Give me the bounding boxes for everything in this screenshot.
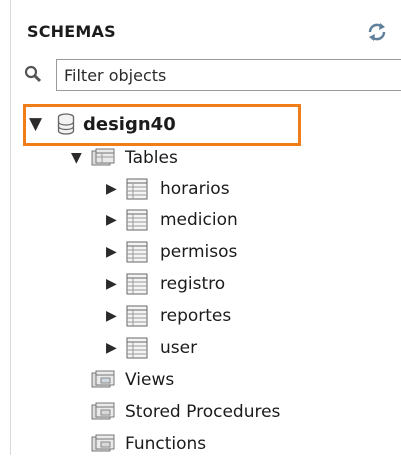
schemas-title: SCHEMAS	[27, 22, 116, 41]
collapsed-triangle-icon[interactable]: ▶	[106, 212, 126, 228]
tree-item-stored-procedures[interactable]: Stored Procedures	[91, 400, 280, 424]
table-icon	[126, 305, 148, 327]
expand-triangle-icon[interactable]: ▼	[29, 114, 49, 134]
procedures-folder-icon	[91, 402, 115, 420]
views-group-label: Views	[125, 370, 175, 390]
filter-objects-input[interactable]	[56, 59, 401, 91]
collapsed-triangle-icon[interactable]: ▶	[106, 340, 126, 356]
table-name: horarios	[160, 179, 230, 199]
table-icon	[126, 337, 148, 359]
table-icon	[126, 241, 148, 263]
database-name: design40	[83, 113, 176, 135]
database-icon	[57, 113, 75, 135]
table-name: reportes	[160, 306, 232, 326]
panel-border	[10, 0, 11, 455]
table-name: user	[160, 338, 198, 358]
functions-folder-icon	[91, 434, 115, 452]
tree-item-table[interactable]: ▶ medicion	[106, 208, 238, 232]
expand-triangle-icon[interactable]: ▼	[71, 150, 91, 166]
table-name: permisos	[160, 242, 238, 262]
table-icon	[126, 178, 148, 200]
table-name: registro	[160, 274, 226, 294]
stored-procedures-group-label: Stored Procedures	[125, 402, 281, 422]
tree-item-tables[interactable]: ▼ Tables	[71, 146, 178, 170]
tree-item-database[interactable]: ▼ design40	[29, 112, 176, 136]
search-icon	[24, 65, 42, 83]
collapsed-triangle-icon[interactable]: ▶	[106, 181, 126, 197]
tables-group-label: Tables	[125, 148, 178, 168]
tree-item-table[interactable]: ▶ horarios	[106, 177, 230, 201]
table-icon	[126, 209, 148, 231]
collapsed-triangle-icon[interactable]: ▶	[106, 308, 126, 324]
collapsed-triangle-icon[interactable]: ▶	[106, 276, 126, 292]
tree-item-table[interactable]: ▶ permisos	[106, 240, 237, 264]
tree-item-table[interactable]: ▶ registro	[106, 272, 225, 296]
refresh-icon[interactable]	[367, 22, 387, 42]
table-name: medicion	[160, 210, 238, 230]
table-icon	[126, 273, 148, 295]
tree-item-table[interactable]: ▶ reportes	[106, 304, 231, 328]
tree-item-views[interactable]: Views	[91, 368, 174, 392]
tables-folder-icon	[91, 148, 115, 166]
collapsed-triangle-icon[interactable]: ▶	[106, 244, 126, 260]
views-folder-icon	[91, 370, 115, 388]
tree-item-table[interactable]: ▶ user	[106, 336, 197, 360]
functions-group-label: Functions	[125, 434, 207, 454]
tree-item-functions[interactable]: Functions	[91, 432, 206, 456]
